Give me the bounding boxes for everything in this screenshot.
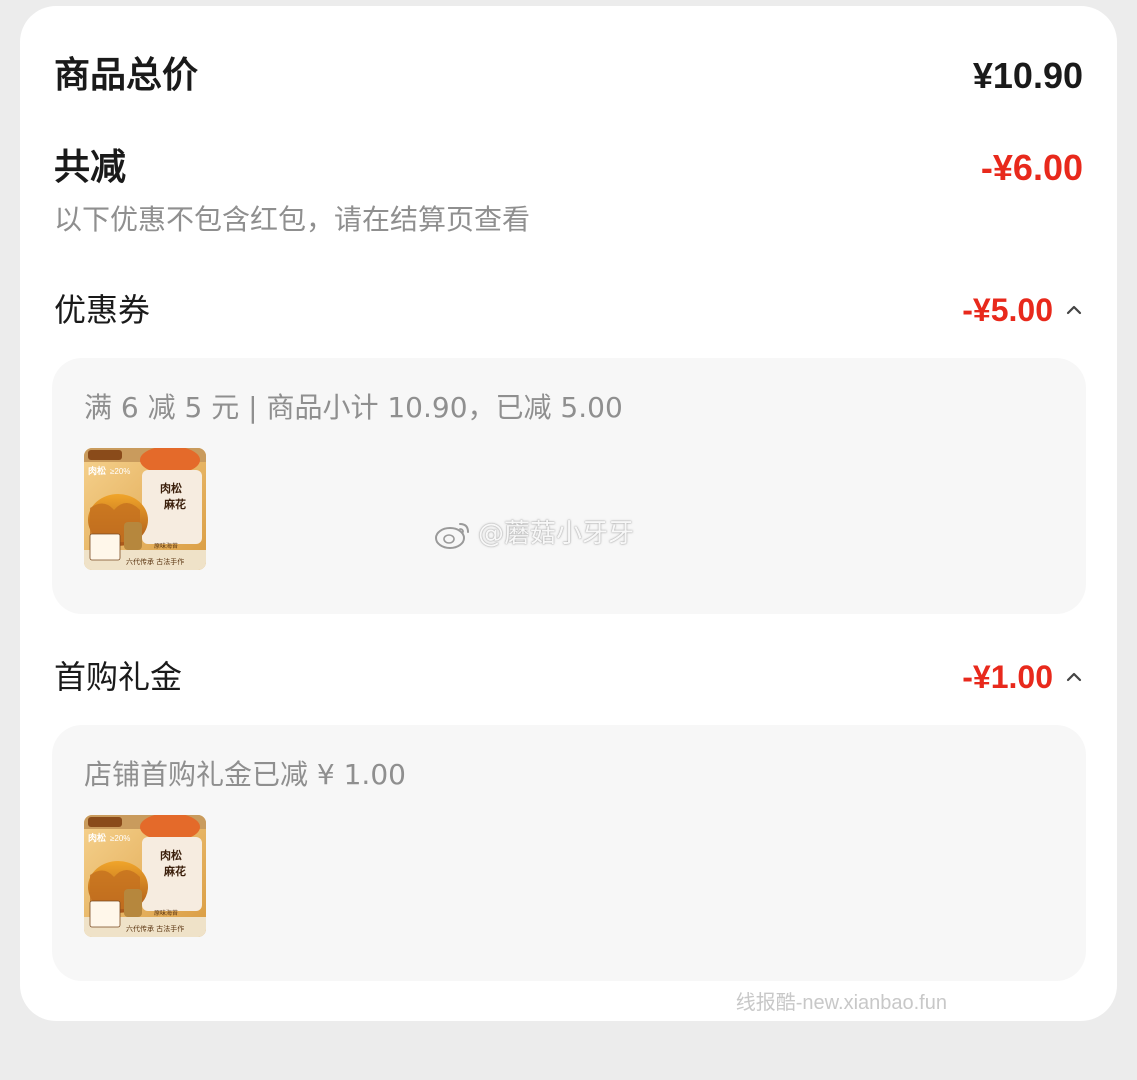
svg-text:原味海苔: 原味海苔 [154, 909, 178, 917]
svg-text:肉松: 肉松 [88, 465, 106, 477]
coupon-detail-panel: 满 6 减 5 元 | 商品小计 10.90，已减 5.00 肉松 ≥20% 肉… [52, 358, 1086, 614]
total-discount-value: -¥6.00 [980, 147, 1083, 188]
total-discount-label: 共减 [54, 147, 127, 188]
weibo-watermark: @蘑菇小牙牙 [434, 518, 634, 550]
first-purchase-label: 首购礼金 [54, 658, 183, 696]
coupon-value: -¥5.00 [962, 292, 1053, 328]
first-purchase-value: -¥1.00 [962, 659, 1053, 695]
svg-text:六代传承 古法手作: 六代传承 古法手作 [126, 557, 184, 566]
svg-text:原味海苔: 原味海苔 [154, 542, 178, 550]
site-watermark: 线报酷-new.xianbao.fun [735, 992, 947, 1014]
svg-text:肉松: 肉松 [88, 832, 106, 844]
first-purchase-row[interactable]: 首购礼金 -¥1.00 [54, 661, 1083, 693]
first-purchase-value-group[interactable]: -¥1.00 [962, 661, 1083, 693]
price-detail-card: 商品总价 ¥10.90 共减 -¥6.00 以下优惠不包含红包，请在结算页查看 … [20, 6, 1117, 1021]
product-thumbnail[interactable]: 肉松 ≥20% 肉松 麻花 原味海苔 六代传承 古法手作 [84, 448, 206, 570]
first-purchase-detail-text: 店铺首购礼金已减 ¥ 1.00 [84, 758, 406, 791]
svg-text:麻花: 麻花 [163, 497, 186, 511]
discount-note: 以下优惠不包含红包，请在结算页查看 [54, 203, 531, 236]
coupon-value-group[interactable]: -¥5.00 [962, 294, 1083, 326]
coupon-detail-text: 满 6 减 5 元 | 商品小计 10.90，已减 5.00 [84, 391, 623, 424]
coupon-label: 优惠券 [54, 291, 151, 329]
svg-text:≥20%: ≥20% [110, 834, 130, 843]
first-purchase-detail-panel: 店铺首购礼金已减 ¥ 1.00 肉松 ≥20% 肉松 麻花 原味海苔 六代传承 … [52, 725, 1086, 981]
svg-text:六代传承 古法手作: 六代传承 古法手作 [126, 924, 184, 933]
product-thumbnail[interactable]: 肉松 ≥20% 肉松 麻花 原味海苔 六代传承 古法手作 [84, 815, 206, 937]
weibo-icon [435, 523, 469, 549]
coupon-row[interactable]: 优惠券 -¥5.00 [54, 294, 1083, 326]
chevron-up-icon[interactable] [1065, 301, 1083, 319]
svg-text:肉松: 肉松 [160, 848, 182, 862]
product-image: 肉松 ≥20% 肉松 麻花 原味海苔 六代传承 古法手作 [84, 448, 206, 570]
svg-text:≥20%: ≥20% [110, 467, 130, 476]
total-price-row: 商品总价 ¥10.90 [54, 58, 1083, 94]
chevron-up-icon[interactable] [1065, 668, 1083, 686]
total-price-value: ¥10.90 [972, 55, 1083, 96]
total-discount-row: 共减 -¥6.00 [54, 150, 1083, 186]
total-price-label: 商品总价 [54, 55, 199, 96]
svg-text:麻花: 麻花 [163, 864, 186, 878]
svg-text:肉松: 肉松 [160, 481, 182, 495]
product-image: 肉松 ≥20% 肉松 麻花 原味海苔 六代传承 古法手作 [84, 815, 206, 937]
weibo-watermark-text: @蘑菇小牙牙 [478, 519, 635, 549]
